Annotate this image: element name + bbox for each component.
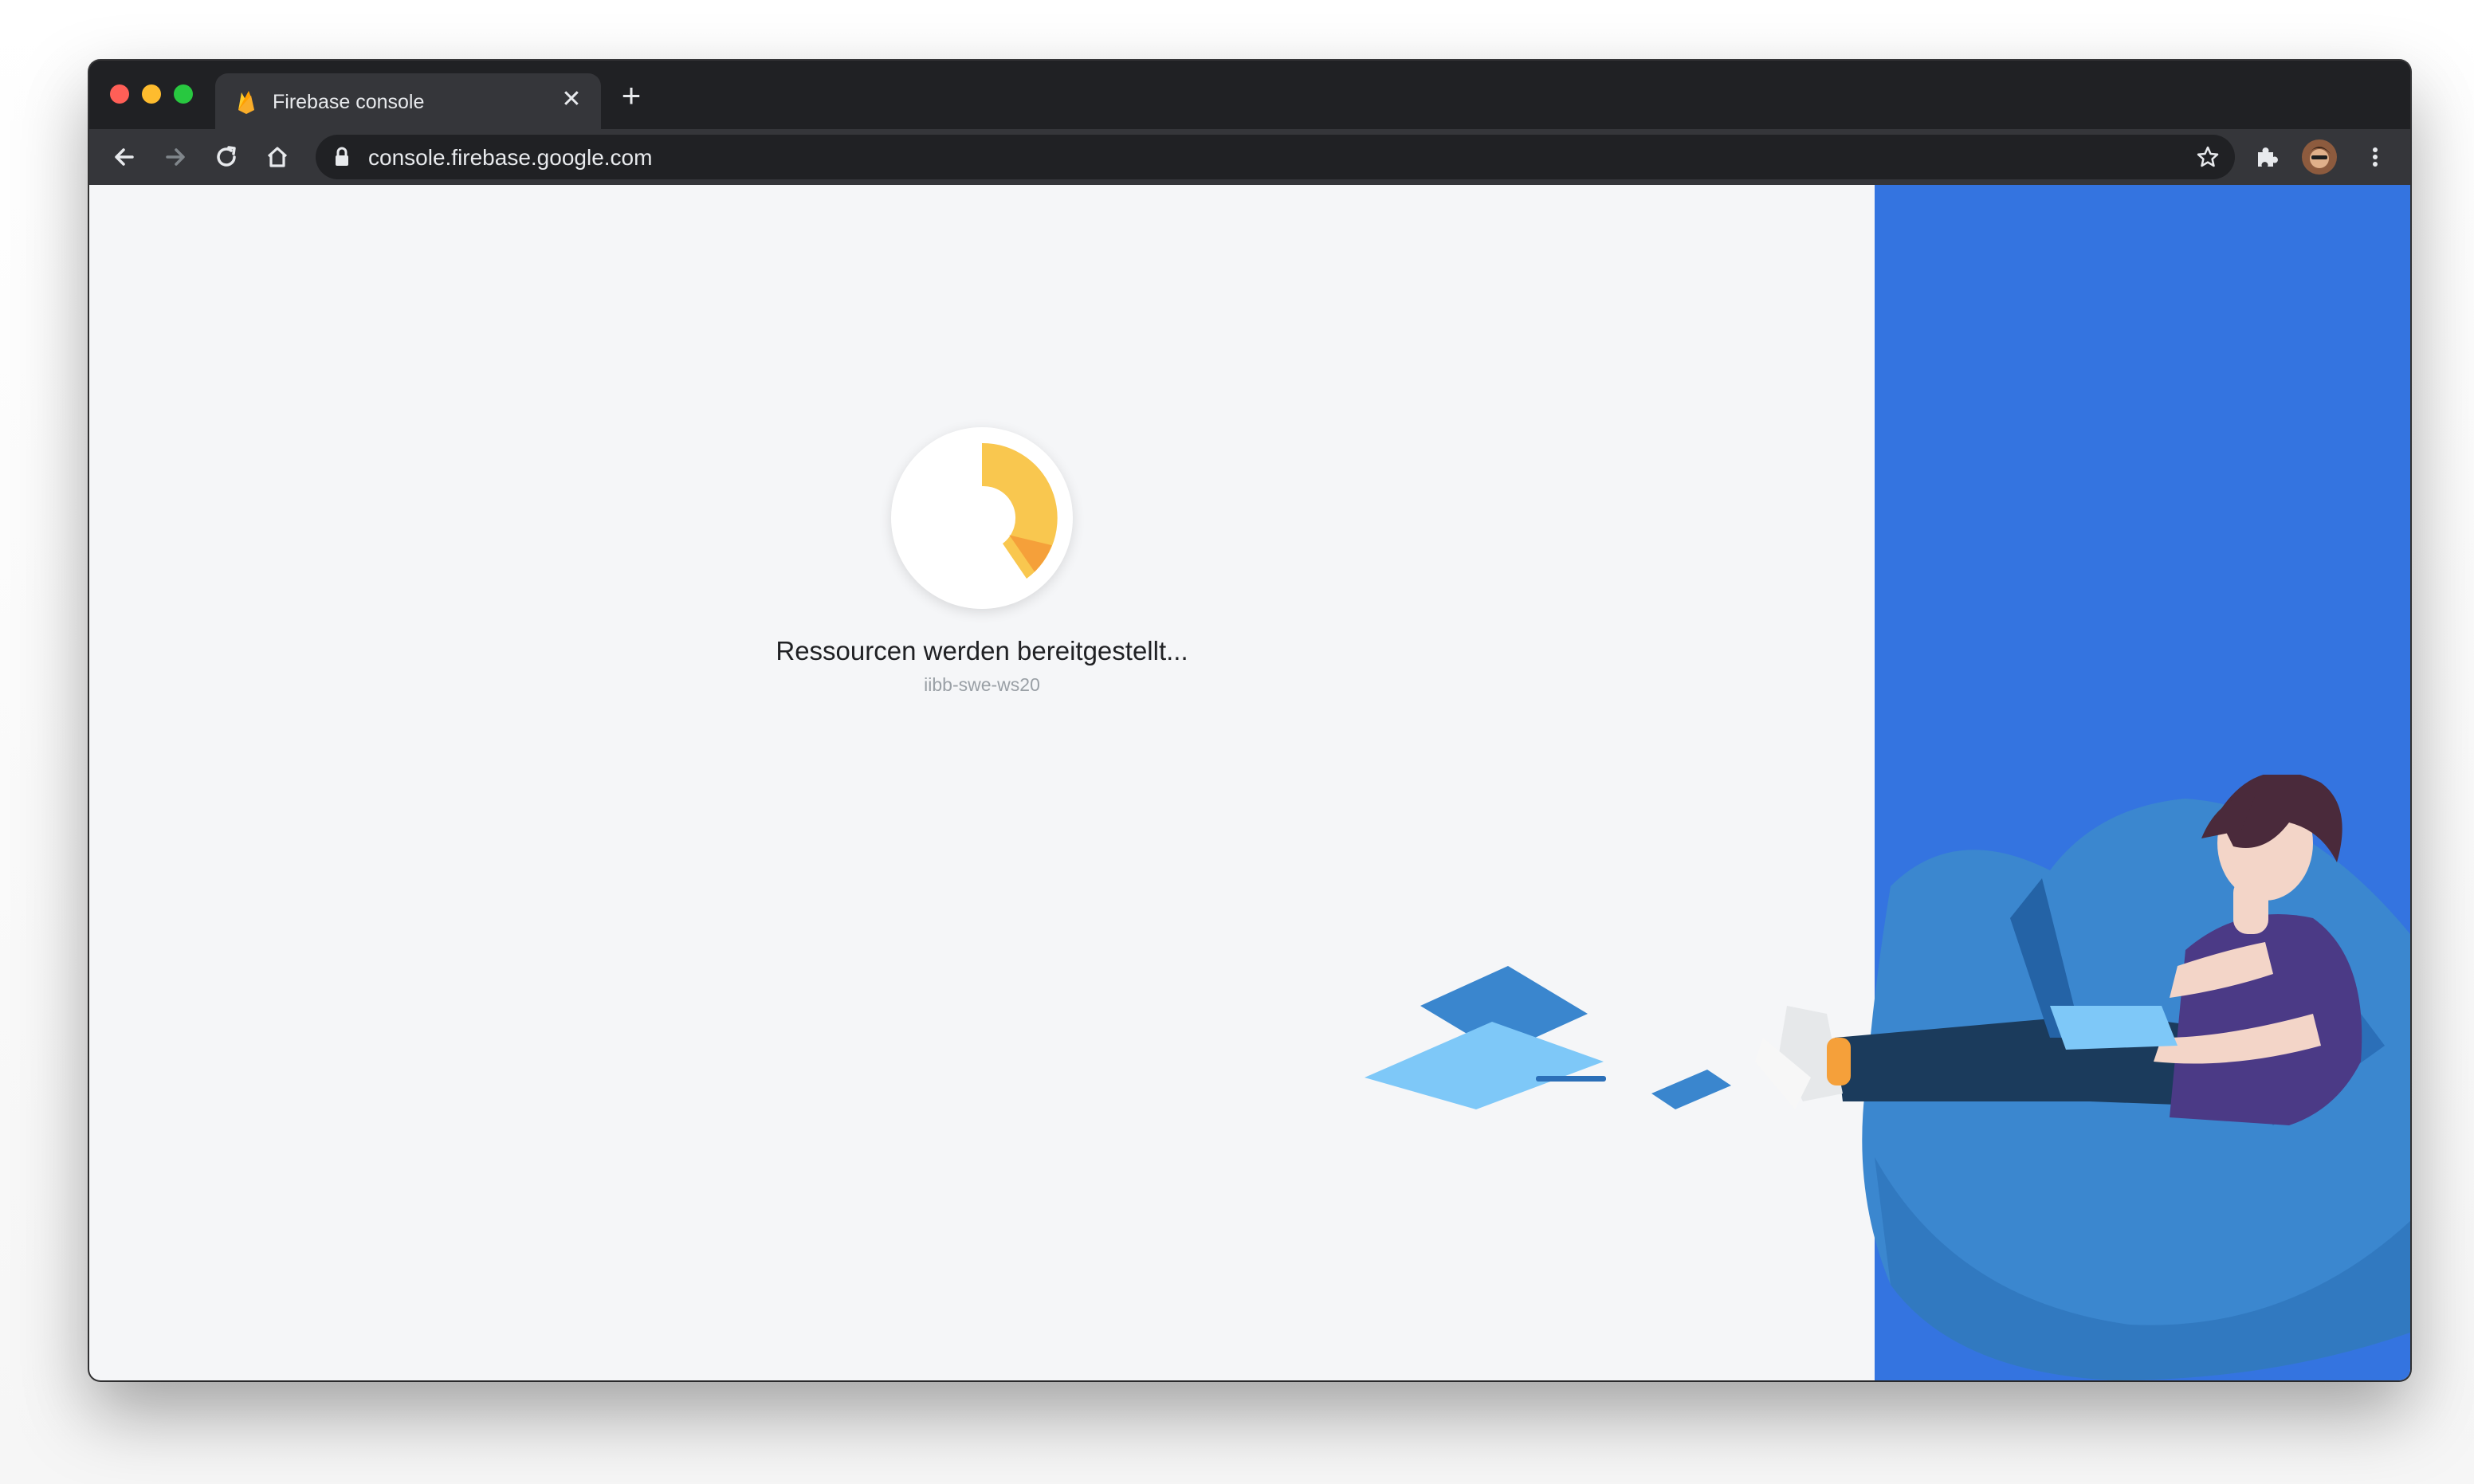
puzzle-icon[interactable] — [2251, 141, 2283, 173]
tab-strip: Firebase console ✕ + — [89, 61, 2410, 129]
tab-firebase-console[interactable]: Firebase console ✕ — [215, 73, 601, 129]
more-vertical-icon[interactable] — [2359, 141, 2391, 173]
loading-message: Ressourcen werden bereitgestellt... — [776, 636, 1188, 665]
window-maximize-button[interactable] — [174, 84, 193, 104]
arrow-left-icon[interactable] — [108, 141, 140, 173]
reload-icon[interactable] — [210, 141, 242, 173]
loading-spinner — [891, 427, 1073, 609]
window-close-button[interactable] — [110, 84, 129, 104]
firebase-flame-icon — [238, 91, 254, 114]
avatar[interactable] — [2300, 138, 2339, 176]
browser-window: Firebase console ✕ + console.firebase.go… — [89, 61, 2410, 1380]
url-text: console.firebase.google.com — [368, 145, 653, 170]
page-content: Ressourcen werden bereitgestellt... iibb… — [89, 185, 2410, 1380]
close-icon[interactable]: ✕ — [560, 88, 583, 112]
home-icon[interactable] — [261, 141, 293, 173]
window-minimize-button[interactable] — [142, 84, 161, 104]
desktop-background: Firebase console ✕ + console.firebase.go… — [0, 0, 2474, 1484]
browser-toolbar: console.firebase.google.com — [89, 129, 2410, 185]
star-icon[interactable] — [2195, 144, 2221, 170]
arrow-right-icon[interactable] — [159, 141, 191, 173]
project-id-label: iibb-swe-ws20 — [924, 674, 1040, 695]
lock-icon — [336, 147, 348, 166]
progress-arc-icon — [982, 442, 1058, 579]
address-bar[interactable]: console.firebase.google.com — [316, 135, 2235, 179]
person-on-beanbag-illustration — [1365, 775, 2410, 1380]
tab-title: Firebase console — [273, 91, 425, 113]
plus-icon[interactable]: + — [615, 79, 647, 112]
